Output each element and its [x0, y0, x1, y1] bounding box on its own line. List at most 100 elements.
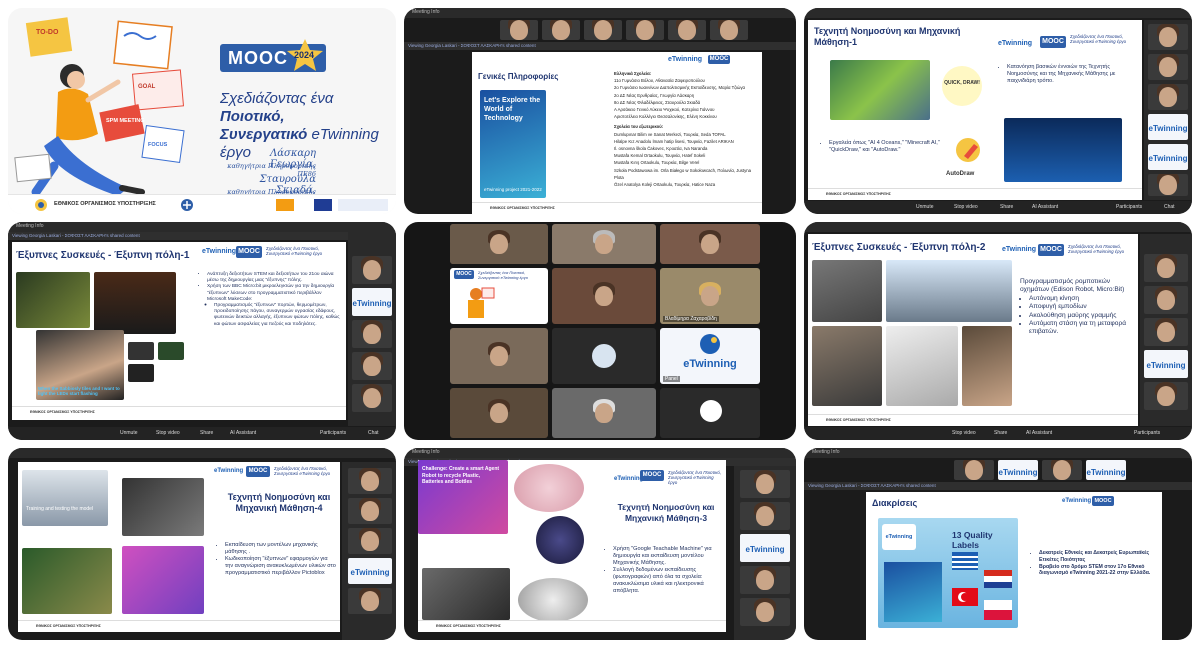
participant-thumb[interactable] — [954, 460, 994, 480]
unmute-button[interactable]: Unmute — [120, 430, 138, 436]
share-button[interactable]: Share — [994, 430, 1007, 436]
participant-thumb[interactable] — [352, 352, 392, 380]
eoy-logo-icon — [35, 199, 47, 211]
participant-thumb-etwinning[interactable]: eTwinning — [348, 558, 392, 584]
participant-thumb[interactable] — [740, 598, 790, 626]
participant-video[interactable] — [450, 388, 548, 438]
note-focus: FOCUS — [148, 142, 168, 148]
participant-thumb-etwinning[interactable]: eTwinning — [1144, 350, 1188, 378]
participants-button[interactable]: Participants — [1116, 204, 1142, 210]
participant-thumb[interactable] — [626, 20, 664, 40]
participant-thumb[interactable] — [348, 498, 392, 524]
robot-icon-photo — [536, 516, 584, 564]
participant-thumb[interactable] — [352, 256, 392, 284]
participant-video[interactable] — [552, 224, 656, 264]
participant-thumb[interactable] — [348, 528, 392, 554]
header-tagline: Σχεδιάζοντας ένα Ποιοτικό, Συνεργατικό e… — [274, 466, 331, 476]
org-name: ΕΘΝΙΚΟΣ ΟΡΓΑΝΙΣΜΟΣ ΥΠΟΣΤΗΡΙΞΗΣ — [54, 201, 156, 207]
participant-thumb[interactable] — [1042, 460, 1082, 480]
poland-flag-icon — [984, 600, 1012, 620]
participant-video[interactable] — [552, 388, 656, 438]
stop-video-button[interactable]: Stop video — [954, 204, 978, 210]
share-button[interactable]: Share — [200, 430, 213, 436]
participant-thumb[interactable] — [1148, 24, 1188, 50]
chat-button[interactable]: Chat — [368, 430, 379, 436]
participant-thumb[interactable] — [1144, 254, 1188, 282]
participant-video[interactable] — [660, 224, 760, 264]
participant-thumb[interactable] — [348, 468, 392, 494]
participant-thumb[interactable] — [1148, 84, 1188, 110]
quickdraw-label: QUICK, DRAW! — [944, 80, 980, 86]
bullet-item: Αποφυγή εμποδίων — [1029, 303, 1134, 311]
participant-thumb[interactable] — [740, 502, 790, 530]
avatar — [592, 344, 616, 368]
zoom-window-smart-city-1: Meeting Info Viewing Georgia Laskari - Σ… — [8, 222, 396, 440]
ai-assistant-button[interactable]: AI Assistant — [230, 430, 256, 436]
participant-thumb[interactable] — [352, 384, 392, 412]
bullet-subitem: Προγραμματισμός "έξυπνων" πορτών, θερμομ… — [214, 303, 342, 328]
ai-assistant-button[interactable]: AI Assistant — [1026, 430, 1052, 436]
etwinning-badge: eTwinning — [668, 56, 703, 63]
participants-button[interactable]: Participants — [1134, 430, 1160, 436]
participant-etwinning[interactable]: eTwinning Panel — [660, 328, 760, 384]
mooc-badge: MOOC — [1040, 36, 1066, 48]
etwinning-logo: eTwinning — [745, 545, 785, 555]
participant-avatar[interactable] — [552, 328, 656, 384]
participant-video[interactable] — [450, 328, 548, 384]
chat-button[interactable]: Chat — [1164, 204, 1175, 210]
participant-thumb[interactable] — [740, 566, 790, 594]
shared-slide: Έξυπνες Συσκευές - Έξυπνη πόλη-1 eTwinni… — [12, 242, 346, 420]
participant-thumb[interactable] — [352, 320, 392, 348]
foreign-school: Özel Anatolya Koleji Ortaokulu, Τουρκία,… — [614, 182, 716, 188]
participant-thumb[interactable] — [1148, 174, 1188, 196]
ai-assistant-button[interactable]: AI Assistant — [1032, 204, 1058, 210]
participant-thumb[interactable] — [668, 20, 706, 40]
bullet-item: Χρήση "Google Teachable Machine" για δημ… — [613, 546, 722, 567]
participant-thumb[interactable] — [500, 20, 538, 40]
unmute-button[interactable]: Unmute — [916, 204, 934, 210]
challenge-text: Challenge: Create a smart Agent Robot to… — [422, 466, 500, 485]
slide-title: Γενικές Πληροφορίες — [478, 72, 559, 81]
zoom-window-distinctions: Meeting Info eTwinning eTwinning Viewing… — [804, 448, 1192, 640]
meeting-info-label[interactable]: Meeting Info — [16, 223, 44, 229]
etwinning-logo: eTwinning — [350, 568, 390, 578]
teachable-machine-photo — [514, 464, 584, 512]
participant-thumb-etwinning[interactable]: eTwinning — [1148, 144, 1188, 170]
participant-thumb[interactable] — [348, 588, 392, 614]
meeting-info-label[interactable]: Meeting Info — [812, 449, 840, 455]
etwinning-star-icon — [700, 334, 720, 354]
poster-subtitle: eTwinning project 2021-2022 — [484, 187, 542, 192]
share-button[interactable]: Share — [1000, 204, 1013, 210]
meeting-info-label[interactable]: Meeting Info — [412, 9, 440, 15]
participant-thumb-etwinning[interactable]: eTwinning — [352, 288, 392, 316]
meeting-info-label[interactable]: Meeting Info — [412, 449, 440, 455]
participant-thumb-etwinning[interactable]: eTwinning — [1086, 460, 1126, 480]
shared-slide: Έξυπνες Συσκευές - Έξυπνη πόλη-2 eTwinni… — [808, 234, 1138, 426]
participant-thumb[interactable] — [710, 20, 748, 40]
participant-video[interactable] — [450, 224, 548, 264]
participant-thumb[interactable] — [1144, 318, 1188, 346]
participant-video[interactable] — [552, 268, 656, 324]
participants-button[interactable]: Participants — [320, 430, 346, 436]
participant-thumb[interactable] — [740, 470, 790, 498]
org-footer: ΕΘΝΙΚΟΣ ΟΡΓΑΝΙΣΜΟΣ ΥΠΟΣΤΗΡΙΞΗΣ — [36, 624, 101, 628]
participant-thumb-etwinning[interactable]: eTwinning — [740, 534, 790, 562]
participant-video[interactable]: Βλαδίμηρα Ζαχαροβίδη — [660, 268, 760, 324]
participant-thumb-etwinning[interactable]: eTwinning — [1148, 114, 1188, 140]
shared-content-bar: Viewing Georgia Laskari - ΣΟΦΟΣΤ ΛΑΣΚΑΡΗ… — [8, 232, 348, 240]
participant-avatar[interactable] — [660, 388, 760, 438]
bullet-item: Αυτόνομη κίνηση — [1029, 295, 1134, 303]
participant-thumb[interactable] — [584, 20, 622, 40]
participant-thumb[interactable] — [1148, 54, 1188, 80]
participant-thumb[interactable] — [1144, 382, 1188, 410]
participant-thumb[interactable] — [542, 20, 580, 40]
stop-video-button[interactable]: Stop video — [952, 430, 976, 436]
zoom-controls: Unmute Stop video Share AI Assistant Par… — [8, 427, 396, 440]
participant-screen-share[interactable]: MOOC Σχεδιάζοντας ένα Ποιοτικό, Συνεργατ… — [450, 268, 548, 324]
zoom-window-ai-ml-1: Τεχνητή Νοημοσύνη και Μηχανική Μάθηση-1 … — [804, 8, 1192, 214]
participant-thumb[interactable] — [1144, 286, 1188, 314]
foreign-schools-heading: Σχολεία του εξωτερικού: — [614, 124, 664, 130]
participant-thumb-etwinning[interactable]: eTwinning — [998, 460, 1038, 480]
stop-video-button[interactable]: Stop video — [156, 430, 180, 436]
header-tagline: Σχεδιάζοντας ένα Ποιοτικό, Συνεργατικό e… — [478, 270, 528, 280]
